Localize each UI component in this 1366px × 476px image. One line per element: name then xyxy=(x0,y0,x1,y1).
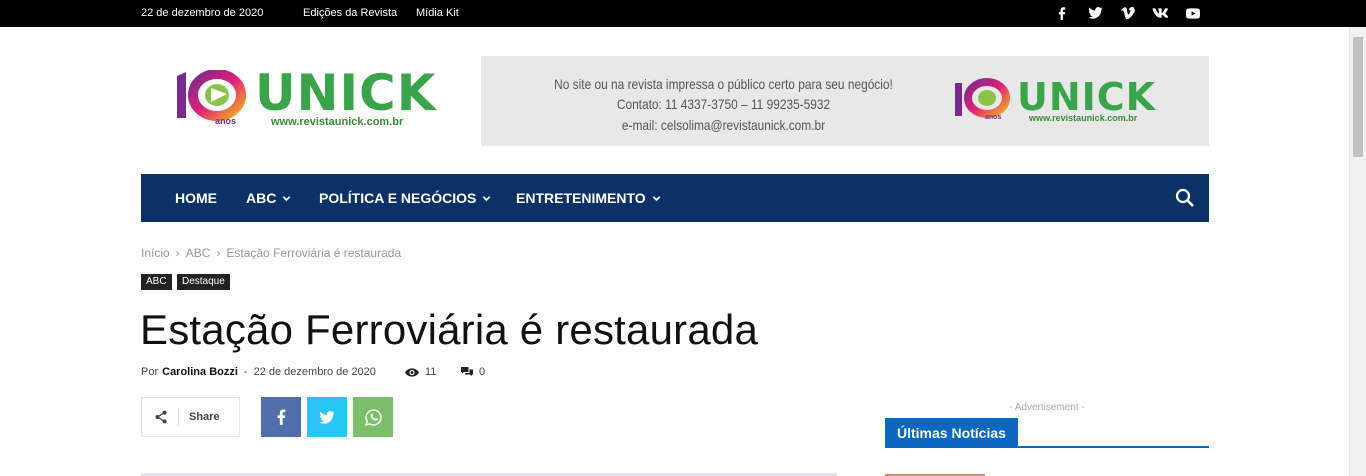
search-icon[interactable] xyxy=(1175,188,1195,208)
breadcrumb-home[interactable]: Início xyxy=(141,246,170,260)
banner-line-2: Contato: 11 4337-3750 – 11 99235-5932 xyxy=(616,96,831,112)
twitter-icon xyxy=(319,410,335,424)
article-title: Estação Ferroviária é restaurada xyxy=(140,306,759,353)
youtube-icon[interactable] xyxy=(1185,5,1201,21)
top-bar: 22 de dezembro de 2020 Edições da Revist… xyxy=(0,0,1366,27)
logo-url: www.revistaunick.com.br xyxy=(271,116,404,128)
nav-label: ENTRETENIMENTO xyxy=(516,190,646,206)
current-date: 22 de dezembro de 2020 xyxy=(141,7,264,19)
nav-label: POLÍTICA E NEGÓCIOS xyxy=(319,190,477,206)
article-meta: Por Carolina Bozzi - 22 de dezembro de 2… xyxy=(141,366,485,378)
eye-icon xyxy=(405,367,419,377)
views-count: 11 xyxy=(405,366,436,378)
top-link-edicoes[interactable]: Edições da Revista xyxy=(303,7,397,19)
vk-icon[interactable] xyxy=(1152,5,1168,21)
comments-value: 0 xyxy=(479,366,486,378)
logo-brand: UNICK xyxy=(255,64,437,122)
twitter-icon[interactable] xyxy=(1087,5,1103,21)
nav-label: HOME xyxy=(175,190,217,206)
breadcrumb-category[interactable]: ABC xyxy=(186,246,211,260)
article-date: 22 de dezembro de 2020 xyxy=(253,366,376,378)
share-label: Share xyxy=(189,411,220,423)
chevron-down-icon xyxy=(283,195,291,201)
logo-anos: anos xyxy=(215,116,237,126)
breadcrumb-separator: › xyxy=(175,246,180,260)
chevron-down-icon xyxy=(483,195,491,201)
top-link-midia-kit[interactable]: Mídia Kit xyxy=(416,7,459,19)
scrollbar-thumb[interactable] xyxy=(1353,37,1363,157)
comments-count[interactable]: 0 xyxy=(461,366,485,378)
advertisement-label: - Advertisement - xyxy=(1009,402,1085,413)
facebook-icon xyxy=(277,409,285,425)
banner-logo-brand: UNICK xyxy=(1017,75,1157,119)
nav-item-home[interactable]: HOME xyxy=(175,190,217,206)
category-tag-destaque[interactable]: Destaque xyxy=(177,274,230,290)
views-value: 11 xyxy=(425,366,437,378)
banner-line-1: No site ou na revista impressa o público… xyxy=(554,76,893,92)
category-tag-abc[interactable]: ABC xyxy=(141,274,172,290)
facebook-icon[interactable] xyxy=(1054,5,1070,21)
share-divider xyxy=(178,408,179,426)
author-link[interactable]: Carolina Bozzi xyxy=(162,366,238,378)
site-logo[interactable]: UNICK anos www.revistaunick.com.br xyxy=(175,64,450,130)
meta-separator: - xyxy=(243,366,248,378)
banner-logo-url: www.revistaunick.com.br xyxy=(1029,113,1138,123)
by-label: Por xyxy=(141,366,159,378)
breadcrumb: Início › ABC › Estação Ferroviária é res… xyxy=(141,246,401,260)
share-icon xyxy=(155,410,167,424)
share-facebook-button[interactable] xyxy=(261,397,301,437)
main-nav: HOME ABC POLÍTICA E NEGÓCIOS ENTRETENIME… xyxy=(141,174,1209,222)
chevron-down-icon xyxy=(652,195,660,201)
share-whatsapp-button[interactable] xyxy=(353,397,393,437)
breadcrumb-separator: › xyxy=(216,246,221,260)
banner-logo-anos: anos xyxy=(985,114,1002,121)
share-button[interactable]: Share xyxy=(141,397,240,437)
latest-news-heading: Últimas Notícias xyxy=(885,418,1018,447)
breadcrumb-current: Estação Ferroviária é restaurada xyxy=(226,246,402,260)
widget-underline xyxy=(885,446,1209,448)
nav-label: ABC xyxy=(246,190,277,206)
comment-icon xyxy=(461,367,473,376)
whatsapp-icon xyxy=(364,408,382,426)
banner-line-3: e-mail: celsolima@revistaunick.com.br xyxy=(621,117,826,133)
nav-item-entretenimento[interactable]: ENTRETENIMENTO xyxy=(516,190,661,206)
banner-logo: UNICK anos www.revistaunick.com.br xyxy=(953,78,1173,126)
page-scrollbar[interactable] xyxy=(1349,27,1366,476)
share-twitter-button[interactable] xyxy=(307,397,347,437)
nav-item-politica[interactable]: POLÍTICA E NEGÓCIOS xyxy=(319,190,491,206)
vimeo-icon[interactable] xyxy=(1120,5,1136,21)
nav-item-abc[interactable]: ABC xyxy=(246,190,291,206)
